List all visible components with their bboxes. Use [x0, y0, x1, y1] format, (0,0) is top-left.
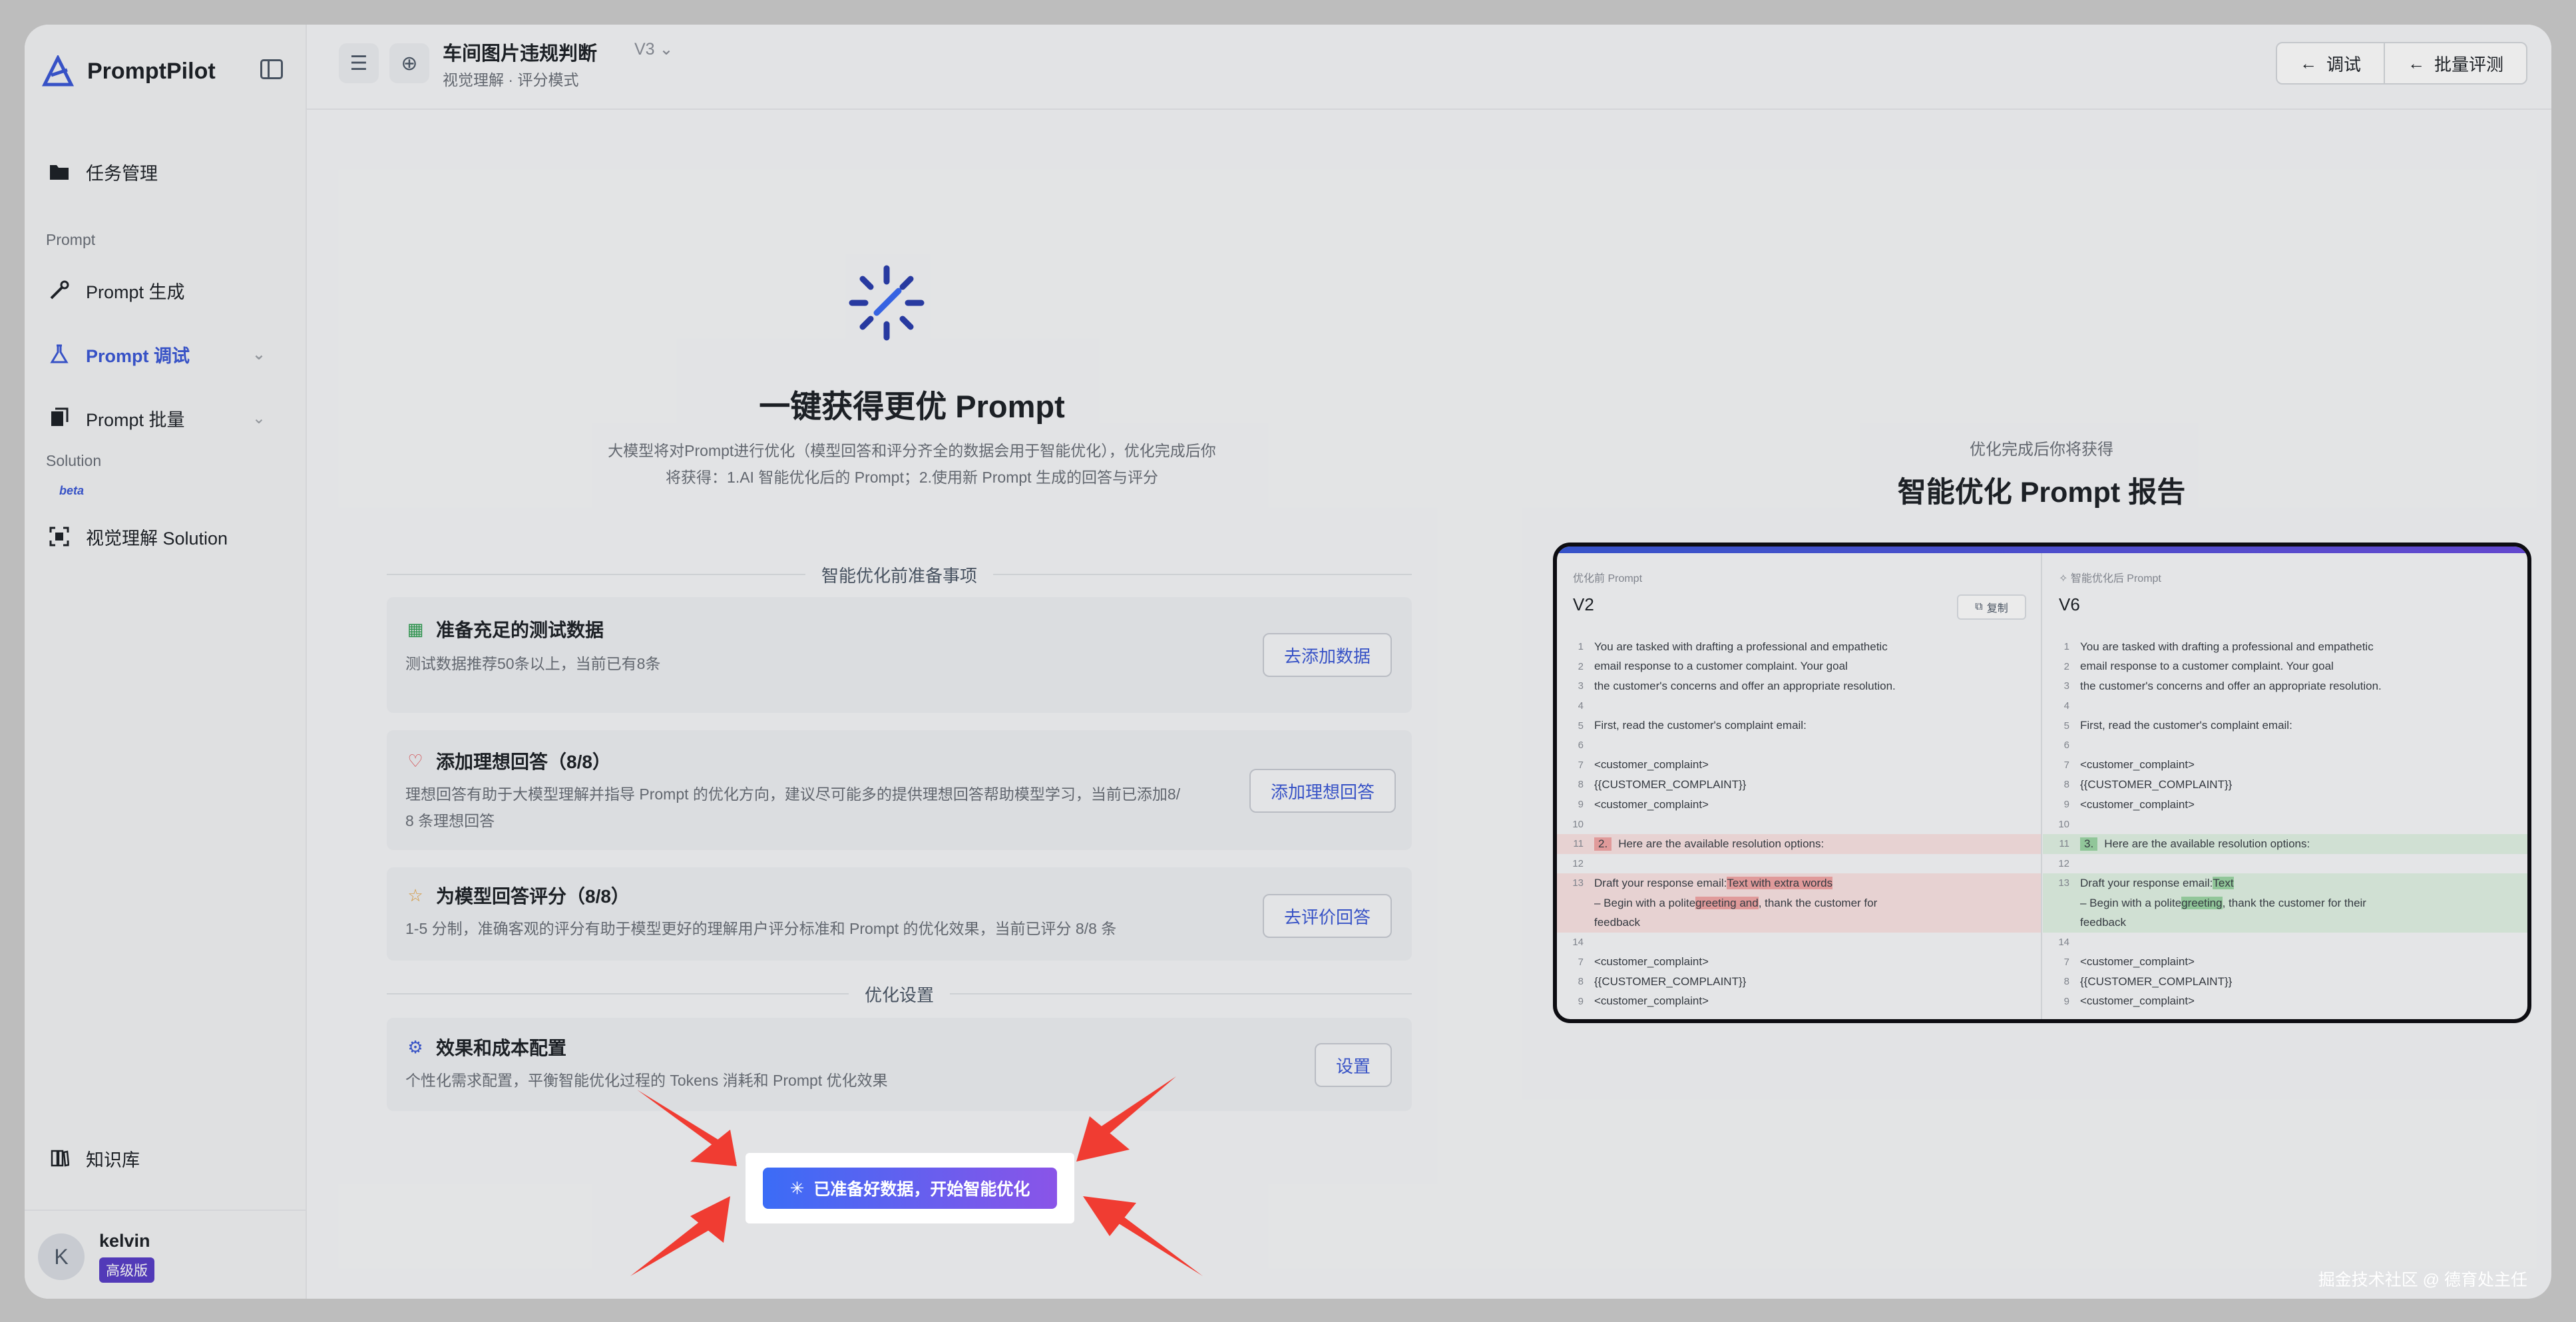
sparkle-icon: ✳: [789, 1178, 805, 1198]
start-optimize-button[interactable]: ✳ 已准备好数据，开始智能优化: [763, 1168, 1057, 1209]
annotation-arrow-icon: [630, 1196, 730, 1276]
annotation-arrow-icon: [1083, 1196, 1203, 1276]
start-optimize-label: 已准备好数据，开始智能优化: [813, 1180, 1030, 1199]
watermark: 掘金技术社区 @ 德育处主任: [2318, 1271, 2527, 1289]
annotation-arrow-icon: [1076, 1076, 1176, 1162]
annotation-arrow-icon: [637, 1090, 737, 1166]
app-window: PromptPilot 任务管理 Prompt Prompt 生成 Prompt…: [25, 25, 2551, 1299]
cta-highlight-frame: ✳ 已准备好数据，开始智能优化: [746, 1153, 1074, 1223]
modal-dim-overlay: [25, 25, 2551, 1299]
